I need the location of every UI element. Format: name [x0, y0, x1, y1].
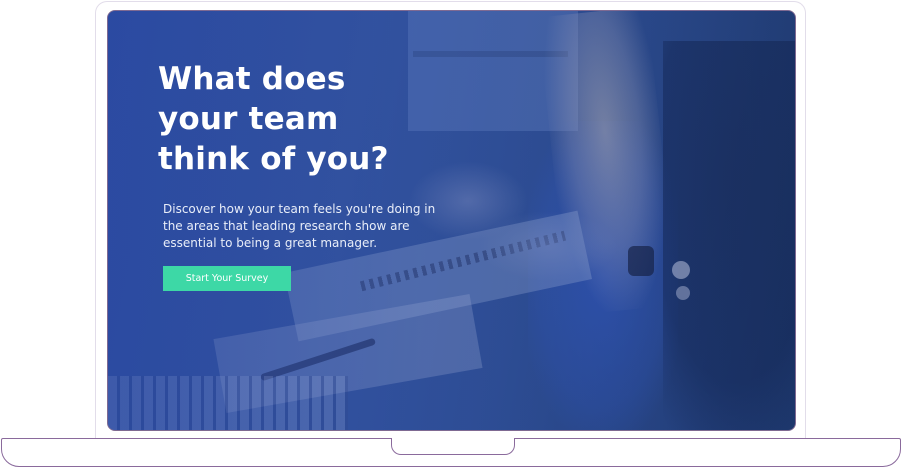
start-survey-button[interactable]: Start Your Survey	[163, 266, 291, 291]
hero-title-line: your team	[158, 101, 339, 137]
hero-title: What does your team think of you?	[158, 59, 458, 179]
laptop-base	[1, 438, 901, 467]
laptop-mockup: What does your team think of you? Discov…	[0, 0, 902, 469]
hero-title-line: think of you?	[158, 141, 389, 177]
laptop-screen: What does your team think of you? Discov…	[107, 10, 796, 431]
hero-subtitle: Discover how your team feels you're doin…	[163, 202, 436, 250]
laptop-notch	[391, 438, 515, 455]
hero-title-line: What does	[158, 61, 346, 97]
